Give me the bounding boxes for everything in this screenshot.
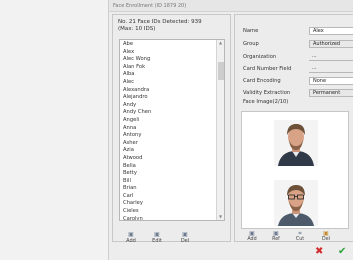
face-image-gallery [241, 111, 349, 229]
validity-row: Validity Extraction Permanent [243, 89, 353, 98]
name-row: Name Alex [243, 27, 353, 36]
list-item[interactable]: Anna [123, 125, 216, 133]
list-item[interactable]: Alan Fok [123, 64, 216, 72]
list-item[interactable]: Alex [123, 49, 216, 57]
crop-label: Cut [295, 237, 305, 242]
list-item[interactable]: Alejandro [123, 94, 216, 102]
list-header-max: (Max: 10 IDS) [118, 26, 156, 32]
scroll-thumb[interactable] [218, 62, 224, 80]
dialog-actions: ✖ ✔ [310, 246, 353, 258]
card-encoding-label: Card Encoding [243, 78, 281, 84]
add-label: Add [126, 238, 136, 244]
group-label: Group [243, 41, 259, 47]
organization-field[interactable]: ... [309, 53, 353, 61]
face-photo-2[interactable] [274, 180, 318, 226]
title-bar: Face Enrollment (ID 1879 20) [109, 0, 353, 12]
delete-label: Del [180, 238, 190, 244]
list-item[interactable]: Cieles [123, 208, 216, 216]
card-number-label: Card Number Field [243, 66, 292, 72]
person-photo-icon [274, 120, 318, 166]
list-item[interactable]: Charley [123, 200, 216, 208]
list-scrollbar[interactable]: ▲ ▼ [216, 40, 224, 220]
delete-photo-button[interactable]: ▣ Del [319, 231, 333, 242]
organization-row: Organization ... [243, 53, 353, 62]
capture-label: Add [247, 237, 257, 242]
face-id-list-panel: No. 21 Face IDs Detected: 939 (Max: 10 I… [112, 14, 231, 245]
person-glasses-photo-icon [274, 180, 318, 226]
list-item[interactable]: Bill [123, 178, 216, 186]
scroll-up-icon[interactable]: ▲ [217, 40, 224, 46]
group-row: Group Authorized [243, 40, 353, 49]
refresh-photo-button[interactable]: ▣ Ref [269, 231, 283, 242]
face-details-panel: Name Alex Group Authorized Organization … [234, 14, 353, 242]
delete-face-id-button[interactable]: ▣ Del [177, 232, 193, 245]
list-item[interactable]: Carl [123, 193, 216, 201]
scroll-down-icon[interactable]: ▼ [217, 214, 224, 220]
cancel-icon[interactable]: ✖ [315, 246, 323, 257]
list-header: No. 21 Face IDs Detected: 939 (Max: 10 I… [118, 19, 202, 33]
names-list: Abe Alex Alec Wong Alan Fok Alba Alec Alexandr… [123, 41, 216, 220]
list-header-count: No. 21 Face IDs Detected: 939 [118, 19, 202, 25]
add-face-id-button[interactable]: ▣ Add [123, 232, 139, 245]
window-title: Face Enrollment (ID 1879 20) [113, 3, 187, 9]
crop-photo-button[interactable]: ⌗ Cut [293, 231, 307, 242]
delete-photo-label: Del [322, 237, 330, 242]
names-listbox[interactable]: Abe Alex Alec Wong Alan Fok Alba Alec Alexandr… [119, 39, 225, 221]
capture-photo-button[interactable]: ▣ Add [245, 231, 259, 242]
card-number-row: Card Number Field ... [243, 65, 353, 74]
group-select[interactable]: Authorized [309, 40, 353, 48]
edit-face-id-button[interactable]: ▣ Edit [149, 232, 165, 245]
list-item[interactable]: Alec Wong [123, 56, 216, 64]
organization-label: Organization [243, 54, 277, 60]
list-item[interactable]: Atwood [123, 155, 216, 163]
name-field[interactable]: Alex [309, 27, 353, 35]
list-item[interactable]: Angeli [123, 117, 216, 125]
card-encoding-field[interactable]: None [309, 77, 353, 85]
refresh-label: Ref [272, 237, 280, 242]
list-item[interactable]: Asher [123, 140, 216, 148]
list-item[interactable]: Alec [123, 79, 216, 87]
list-item[interactable]: Betty [123, 170, 216, 178]
card-encoding-row: Card Encoding None [243, 77, 353, 86]
face-image-label: Face Image(2/10) [243, 99, 289, 105]
card-number-field[interactable]: ... [309, 65, 353, 73]
list-item[interactable]: Carolyn [123, 216, 216, 220]
validity-label: Validity Extraction [243, 90, 291, 96]
face-enrollment-window: Face Enrollment (ID 1879 20) No. 21 Face… [108, 0, 353, 260]
face-photo-1[interactable] [274, 120, 318, 166]
photo-action-bar: ▣ Add ▣ Ref ⌗ Cut ▣ Del [245, 231, 353, 242]
list-item[interactable]: Alexandra [123, 87, 216, 95]
list-action-bar: ▣ Add ▣ Edit ▣ Del [123, 232, 223, 245]
list-item[interactable]: Brian [123, 185, 216, 193]
list-item[interactable]: Andy [123, 102, 216, 110]
validity-select[interactable]: Permanent [309, 89, 353, 97]
confirm-icon[interactable]: ✔ [338, 246, 346, 257]
list-item[interactable]: Azia [123, 147, 216, 155]
list-item[interactable]: Andy Chen [123, 109, 216, 117]
list-item[interactable]: Alba [123, 71, 216, 79]
list-item[interactable]: Bella [123, 163, 216, 171]
list-item[interactable]: Antony [123, 132, 216, 140]
name-label: Name [243, 28, 259, 34]
edit-label: Edit [152, 238, 162, 244]
list-item[interactable]: Abe [123, 41, 216, 49]
